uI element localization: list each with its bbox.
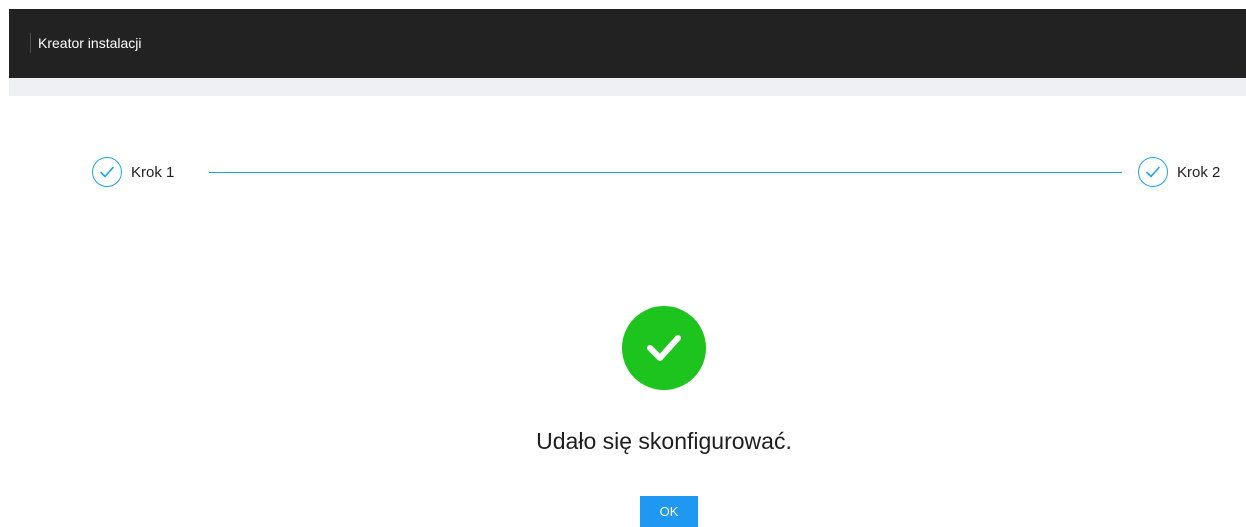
ok-button[interactable]: OK xyxy=(640,496,698,527)
title-divider xyxy=(30,33,31,53)
step-1-check-icon xyxy=(92,157,122,187)
success-check-icon xyxy=(622,306,706,390)
step-1-label: Krok 1 xyxy=(131,163,175,181)
step-2-check-icon xyxy=(1138,157,1168,187)
top-bar: Kreator instalacji xyxy=(9,9,1246,78)
step-2-label: Krok 2 xyxy=(1177,163,1221,181)
success-message: Udało się skonfigurować. xyxy=(536,428,792,454)
step-1: Krok 1 xyxy=(92,155,174,189)
sub-header-strip xyxy=(9,78,1246,96)
setup-wizard-page: Kreator instalacji Krok 1 Krok 2 Udało s… xyxy=(0,0,1246,527)
wizard-title: Kreator instalacji xyxy=(38,35,142,51)
step-2: Krok 2 xyxy=(1138,155,1220,189)
step-progress-line xyxy=(209,172,1122,173)
